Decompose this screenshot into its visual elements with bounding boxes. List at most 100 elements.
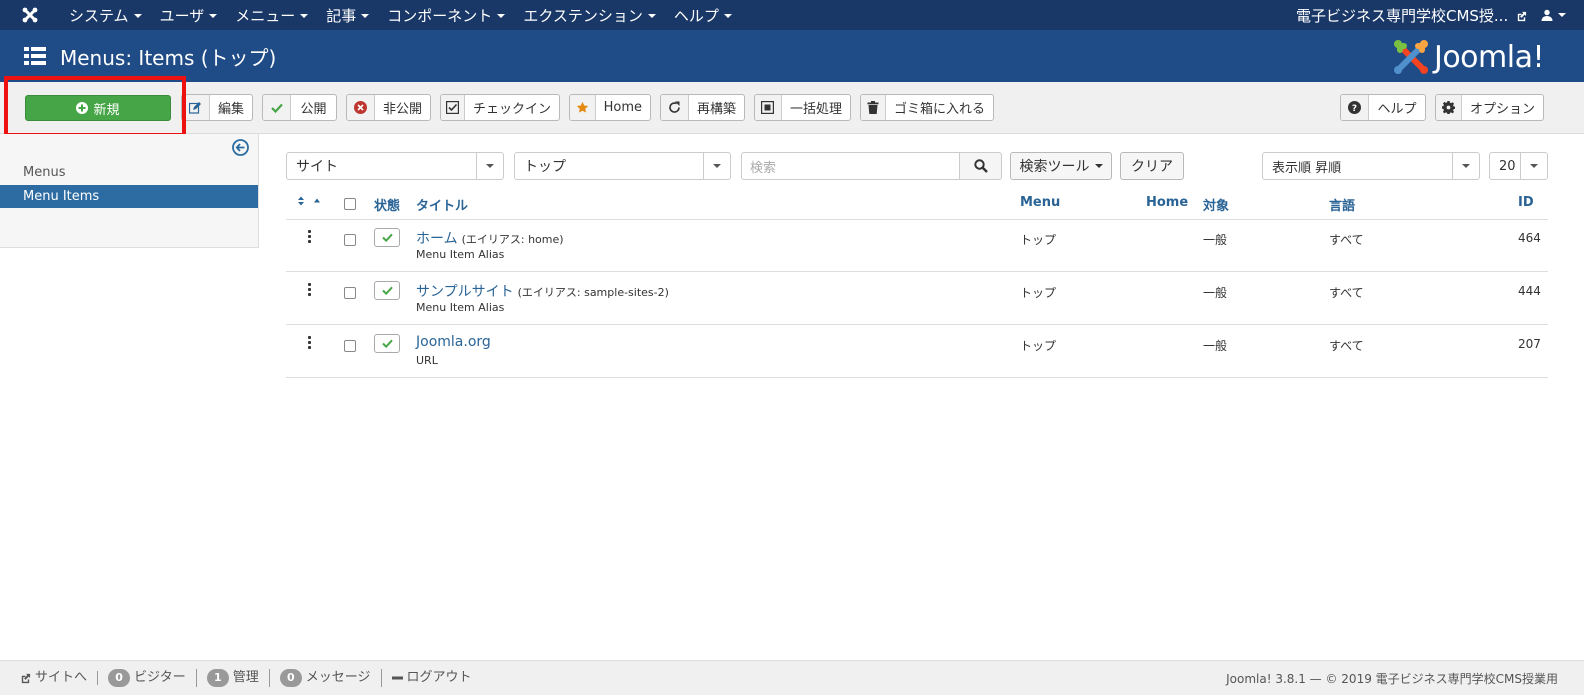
site-name-link[interactable]: 電子ビジネス専門学校CMS授... [1296,5,1527,26]
publish-button[interactable]: 公開 [262,94,337,121]
edit-icon [182,95,210,120]
limit-select[interactable]: 20 [1489,152,1548,180]
item-title-link[interactable]: Joomla.org [416,334,491,350]
times-circle-icon [347,95,375,120]
menu-help[interactable]: ヘルプ [665,5,741,26]
ordering-select[interactable]: 表示順 昇順 [1262,152,1480,180]
menu-content[interactable]: 記事 [317,5,378,26]
menu-menus[interactable]: メニュー [226,5,317,26]
published-status-button[interactable] [374,334,400,353]
svg-text:?: ? [1352,104,1357,114]
menu-components[interactable]: コンポーネント [378,5,514,26]
help-button[interactable]: ? ヘルプ [1340,94,1426,121]
client-select[interactable]: サイト [286,152,504,180]
sidebar-collapse-icon[interactable] [232,139,250,157]
column-title[interactable]: タイトル [416,195,468,214]
batch-button[interactable]: 一括処理 [754,94,851,121]
joomla-logo-icon[interactable] [0,0,60,30]
joomla-logo-icon [1393,40,1428,74]
row-checkbox[interactable] [344,287,356,299]
menu-help-label: ヘルプ [673,6,719,25]
checkin-button[interactable]: チェックイン [440,94,560,121]
published-status-button[interactable] [374,281,400,300]
help-button-label: ヘルプ [1377,102,1417,117]
select-all-checkbox[interactable] [344,198,356,210]
drag-handle-icon[interactable] [308,230,312,244]
column-language[interactable]: 言語 [1329,195,1355,214]
options-button[interactable]: オプション [1435,94,1544,121]
search-tools-label: 検索ツール [1019,159,1090,175]
trash-button-label: ゴミ箱に入れる [893,102,985,117]
column-id[interactable]: ID [1518,195,1534,210]
row-checkbox[interactable] [344,234,356,246]
ordering-sort-icon[interactable] [298,195,320,210]
sidebar-item-menu-items[interactable]: Menu Items [0,185,258,208]
item-title: ホーム [416,231,458,247]
trash-button[interactable]: ゴミ箱に入れる [860,94,994,121]
chevron-down-icon [300,14,309,18]
admins-status[interactable]: 1 管理 [197,669,270,687]
item-title-link[interactable]: ホーム (エイリアス: home) [416,228,564,248]
sidebar-item-label: Menu Items [23,189,100,204]
chevron-down-icon [497,14,506,18]
column-access[interactable]: 対象 [1203,195,1229,214]
rebuild-button-label: 再構築 [696,102,736,117]
published-status-button[interactable] [374,228,400,247]
toolbar: 新規 編集 公開 非公開 チェックイン Home 再構築 一括処理 ゴミ箱に入れ… [0,82,1584,134]
item-type: Menu Item Alias [416,301,505,314]
menu-select[interactable]: トップ [514,152,731,180]
item-access: 一般 [1203,286,1228,300]
sidebar-item-menus[interactable]: Menus [0,161,258,184]
chevron-down-icon [1520,153,1547,179]
table-row: Joomla.org URL トップ 一般 すべて 207 [286,326,1548,378]
home-button-label: Home [603,100,642,115]
item-title-link[interactable]: サンプルサイト (エイリアス: sample-sites-2) [416,281,669,301]
check-icon [381,233,393,242]
table-row: ホーム (エイリアス: home) Menu Item Alias トップ 一般 … [286,220,1548,272]
drag-handle-icon[interactable] [308,283,312,297]
drag-handle-icon[interactable] [308,336,312,350]
logout-link[interactable]: ログアウト [382,671,482,685]
rebuild-button[interactable]: 再構築 [660,94,745,121]
view-site-link[interactable]: サイトへ [10,671,99,685]
menu-extensions[interactable]: エクステンション [514,5,665,26]
column-menu[interactable]: Menu [1020,195,1060,210]
logout-label: ログアウト [406,670,472,685]
item-menu: トップ [1020,339,1057,353]
sidebar-item-label: Menus [23,165,66,180]
brand-wordmark: Joomla! [1433,39,1545,75]
clear-button[interactable]: クリア [1120,152,1184,180]
copyright-text: Joomla! 3.8.1 — © 2019 電子ビジネス専門学校CMS授業用 [1226,671,1558,686]
chevron-down-icon [723,14,732,18]
chevron-down-icon [1452,153,1479,179]
column-status[interactable]: 状態 [374,195,400,214]
admins-count-badge: 1 [206,669,229,687]
column-home[interactable]: Home [1146,195,1188,210]
visitors-status[interactable]: 0 ビジター [98,669,197,687]
messages-status[interactable]: 0 メッセージ [270,669,382,687]
check-icon [381,339,393,348]
top-menu: システム ユーザ メニュー 記事 コンポーネント エクステンション ヘルプ [60,5,741,26]
item-title: Joomla.org [416,334,491,350]
new-button-highlight-box [4,76,186,137]
admins-label: 管理 [232,670,259,685]
row-checkbox[interactable] [344,340,356,352]
search-input[interactable]: 検索 [741,152,960,180]
messages-count-badge: 0 [279,669,302,687]
search-icon [973,159,988,173]
menu-extensions-label: エクステンション [523,6,643,25]
home-button[interactable]: Home [569,94,651,121]
menu-system[interactable]: システム [60,5,151,26]
checkbox-icon [441,95,465,120]
minus-icon [391,676,403,680]
unpublish-button[interactable]: 非公開 [346,94,431,121]
user-menu[interactable] [1541,9,1566,21]
item-alias: (エイリアス: home) [461,233,564,246]
edit-button[interactable]: 編集 [181,94,253,121]
chevron-down-icon [703,153,730,179]
search-button[interactable] [959,152,1002,180]
item-id: 464 [1518,231,1541,245]
search-tools-button[interactable]: 検索ツール [1010,152,1112,180]
menu-users[interactable]: ユーザ [151,5,227,26]
status-footer: サイトへ 0 ビジター 1 管理 0 メッセージ ログアウト Joomla! 3… [0,660,1584,695]
